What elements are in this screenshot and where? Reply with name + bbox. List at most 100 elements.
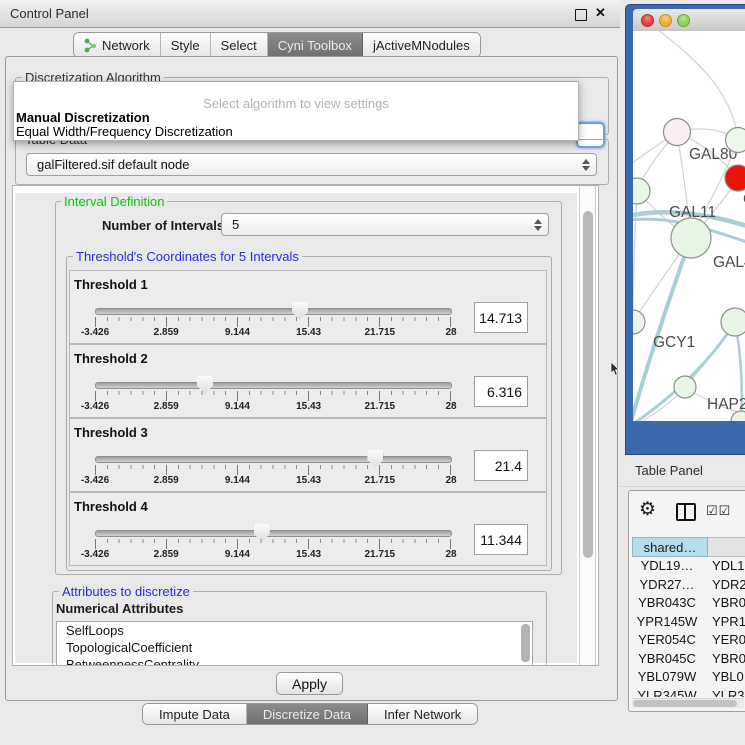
- tab-cyni-toolbox[interactable]: Cyni Toolbox: [268, 33, 363, 57]
- cell-shared-name: YDR27…: [632, 576, 702, 595]
- tab-select[interactable]: Select: [211, 33, 268, 57]
- tab-jactivemnodules[interactable]: jActiveMNodules: [363, 33, 480, 57]
- interval-definition-group: Interval Definition Number of Intervals …: [55, 201, 562, 575]
- tab-impute-data[interactable]: Impute Data: [143, 704, 247, 724]
- cell-shared-name: YDL19…: [632, 557, 702, 576]
- network-node[interactable]: [633, 310, 645, 334]
- cell-name: YBR0: [702, 594, 745, 613]
- network-node[interactable]: [633, 178, 650, 204]
- horizontal-scrollbar[interactable]: [632, 698, 744, 708]
- cell-name: YDL1: [702, 557, 745, 576]
- threshold-slider-track[interactable]: [95, 530, 452, 537]
- panel-title: Control Panel: [10, 6, 89, 21]
- table-row[interactable]: YER054CYER0: [632, 631, 745, 650]
- dropdown-option-equal-width[interactable]: Equal Width/Frequency Discretization: [16, 124, 233, 139]
- minimize-traffic-light-icon[interactable]: [659, 14, 672, 27]
- column-header-name[interactable]: na: [708, 537, 745, 557]
- cell-shared-name: YBR043C: [632, 594, 702, 613]
- combo-stepper-icon: [534, 219, 542, 231]
- settings-content: Interval Definition Number of Intervals …: [15, 193, 577, 663]
- list-item[interactable]: TopologicalCoefficient: [57, 639, 532, 656]
- slider-tick-labels: -3.426 2.859 9.144 15.43 21.715 28: [95, 549, 451, 561]
- tab-network[interactable]: Network: [74, 33, 161, 57]
- group-title: Threshold's Coordinates for 5 Intervals: [73, 249, 302, 264]
- columns-icon[interactable]: [676, 503, 696, 521]
- table-row[interactable]: YBR043CYBR0: [632, 594, 745, 613]
- network-node[interactable]: [725, 165, 745, 191]
- scrollbar-thumb[interactable]: [583, 211, 593, 558]
- select-checkboxes-icon[interactable]: ☑☑: [706, 503, 731, 519]
- threshold-label: Threshold 4: [74, 499, 148, 514]
- network-view-window[interactable]: GAL80GCGAL11GAL4GCY1HHAP2: [625, 4, 745, 455]
- combo-stepper-icon: [582, 159, 590, 171]
- cell-shared-name: YBR045C: [632, 650, 702, 669]
- tab-discretize-data[interactable]: Discretize Data: [247, 704, 368, 724]
- network-node[interactable]: [726, 128, 745, 153]
- threshold-value-field[interactable]: 14.713: [474, 302, 528, 333]
- network-canvas[interactable]: GAL80GCGAL11GAL4GCY1HHAP2: [633, 31, 745, 421]
- control-panel: Control Panel ✕ Network Style Select Cyn…: [0, 0, 620, 745]
- slider-tick-labels: -3.426 2.859 9.144 15.43 21.715 28: [95, 327, 451, 339]
- attributes-group: Attributes to discretize Numerical Attri…: [52, 591, 547, 666]
- zoom-traffic-light-icon[interactable]: [677, 14, 690, 27]
- cell-name: YER0: [702, 631, 745, 650]
- table-body: YDL19…YDL1YDR27…YDR2YBR043CYBR0YPR145WYP…: [632, 557, 745, 697]
- table-row[interactable]: YLR345WYLR3: [632, 687, 745, 698]
- top-tab-bar: Network Style Select Cyni Toolbox jActiv…: [73, 32, 481, 58]
- table-row[interactable]: YDR27…YDR2: [632, 576, 745, 595]
- tab-style[interactable]: Style: [161, 33, 211, 57]
- table-header-row: shared… na: [632, 537, 745, 557]
- table-row[interactable]: YPR145WYPR1: [632, 613, 745, 632]
- settings-scrollpane: Interval Definition Number of Intervals …: [12, 185, 599, 666]
- close-traffic-light-icon[interactable]: [641, 14, 654, 27]
- slider-tick-labels: -3.426 2.859 9.144 15.43 21.715 28: [95, 401, 451, 413]
- apply-button[interactable]: Apply: [276, 672, 343, 695]
- threshold-slider-track[interactable]: [95, 456, 452, 463]
- cell-name: YBR0: [702, 650, 745, 669]
- mouse-cursor: [610, 362, 621, 377]
- column-header-shared-name[interactable]: shared…: [632, 537, 708, 557]
- slider-ticks: [95, 391, 451, 401]
- threshold-label: Threshold 3: [74, 425, 148, 440]
- threshold-value-field[interactable]: 6.316: [474, 376, 528, 407]
- threshold-slider-track[interactable]: [95, 382, 452, 389]
- cell-name: YBL0: [702, 668, 745, 687]
- bottom-tab-bar: Impute Data Discretize Data Infer Networ…: [142, 703, 478, 725]
- threshold-panel: Threshold 1 -3.426 2.859 9.144 15.43 21.…: [69, 270, 547, 344]
- threshold-panel: Threshold 4 -3.426 2.859 9.144 15.43 21.…: [69, 492, 547, 566]
- attributes-list[interactable]: SelfLoops TopologicalCoefficient Between…: [56, 621, 533, 666]
- network-node[interactable]: [671, 218, 711, 258]
- control-panel-titlebar: Control Panel ✕: [0, 0, 620, 28]
- scrollbar-thumb[interactable]: [633, 700, 737, 707]
- network-icon: [84, 38, 97, 53]
- slider-ticks: [95, 317, 451, 327]
- network-node[interactable]: [674, 376, 696, 398]
- threshold-panel: Threshold 3 -3.426 2.859 9.144 15.43 21.…: [69, 418, 547, 492]
- list-item[interactable]: SelfLoops: [57, 622, 532, 639]
- table-row[interactable]: YDL19…YDL1: [632, 557, 745, 576]
- cell-name: YDR2: [702, 576, 745, 595]
- gear-icon[interactable]: ⚙: [639, 498, 656, 521]
- node-label: GAL4: [713, 254, 745, 271]
- table-row[interactable]: YBR045CYBR0: [632, 650, 745, 669]
- cell-shared-name: YBL079W: [632, 668, 702, 687]
- float-icon[interactable]: [575, 9, 587, 21]
- network-node[interactable]: [664, 119, 691, 146]
- cell-shared-name: YPR145W: [632, 613, 702, 632]
- table-row[interactable]: YBL079WYBL0: [632, 668, 745, 687]
- close-icon[interactable]: ✕: [595, 5, 606, 21]
- algorithm-dropdown-popup: Select algorithm to view settings Manual…: [13, 81, 579, 141]
- network-node[interactable]: [721, 308, 745, 336]
- table-data-combobox[interactable]: galFiltered.sif default node: [26, 153, 597, 176]
- threshold-value-field[interactable]: 21.4: [474, 450, 528, 481]
- vertical-scrollbar[interactable]: [579, 186, 596, 665]
- dropdown-option-manual[interactable]: Manual Discretization: [16, 110, 150, 125]
- list-item[interactable]: BetweennessCentrality: [57, 656, 532, 666]
- node-label: GCY1: [653, 334, 695, 351]
- threshold-panel: Threshold 2 -3.426 2.859 9.144 15.43 21.…: [69, 344, 547, 418]
- threshold-slider-track[interactable]: [95, 308, 452, 315]
- threshold-value-field[interactable]: 11.344: [474, 524, 528, 555]
- tab-infer-network[interactable]: Infer Network: [368, 704, 477, 724]
- number-of-intervals-combobox[interactable]: 5: [221, 213, 549, 236]
- list-scrollbar[interactable]: [521, 624, 530, 662]
